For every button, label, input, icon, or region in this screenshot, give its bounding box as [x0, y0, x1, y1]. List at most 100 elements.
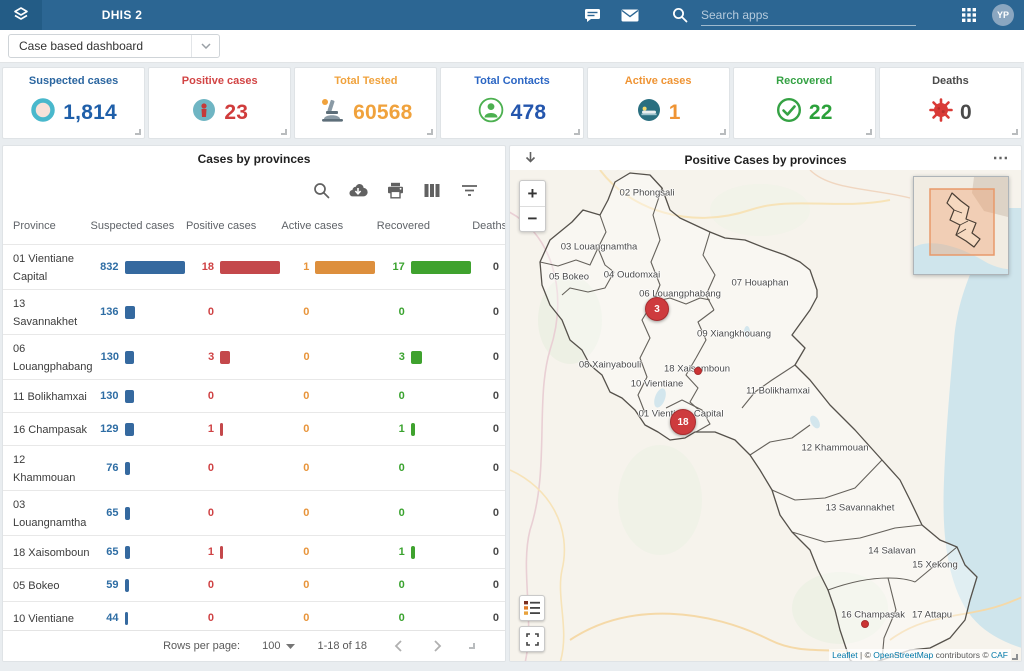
resize-handle[interactable]	[427, 129, 433, 135]
cell-value: 832	[91, 261, 119, 273]
case-cluster-marker[interactable]: 18	[670, 409, 696, 435]
stat-card-label: Positive cases	[182, 75, 258, 87]
data-bar	[125, 306, 135, 319]
cell-value: 0	[472, 351, 505, 363]
resize-handle[interactable]	[281, 129, 287, 135]
osm-link[interactable]: OpenStreetMap	[873, 650, 933, 660]
messages-icon[interactable]	[579, 2, 605, 28]
stat-card-value: 1	[669, 101, 681, 125]
table-row[interactable]: 13 Savannakhet1360000	[3, 289, 505, 334]
cell-value: 0	[281, 306, 309, 318]
apps-grid-icon[interactable]	[956, 2, 982, 28]
download-icon[interactable]	[348, 180, 368, 200]
stat-card-value: 23	[224, 101, 248, 125]
zoom-in-button[interactable]: +	[520, 181, 545, 206]
leaflet-map[interactable]: 02 Phongsali03 Louangnamtha05 Bokeo04 Ou…	[510, 170, 1021, 662]
cell-value: 18	[186, 261, 214, 273]
fullscreen-button[interactable]	[519, 626, 545, 652]
column-header-deaths[interactable]: Deaths	[472, 220, 505, 232]
data-bar	[315, 261, 375, 274]
print-icon[interactable]	[385, 180, 405, 200]
table-row[interactable]: 03 Louangnamtha650000	[3, 490, 505, 535]
case-point-marker[interactable]	[861, 620, 869, 628]
dashboard-select-value: Case based dashboard	[9, 39, 143, 53]
filter-icon[interactable]	[459, 180, 479, 200]
cell-value: 0	[377, 507, 405, 519]
cell-value: 0	[472, 507, 505, 519]
province-name: 18 Xaisomboun	[13, 547, 89, 559]
app-title: DHIS 2	[42, 8, 202, 22]
stat-card-value: 22	[809, 101, 833, 125]
cell-value: 1	[377, 423, 405, 435]
case-point-marker[interactable]	[694, 367, 702, 375]
table-row[interactable]: 01 Vientiane Capital832181170	[3, 244, 505, 289]
zoom-out-button[interactable]: −	[520, 206, 545, 231]
data-bar	[125, 423, 134, 436]
resize-handle[interactable]	[469, 643, 475, 649]
user-avatar[interactable]: YP	[992, 4, 1014, 26]
resize-handle[interactable]	[135, 129, 141, 135]
data-bar	[125, 390, 134, 403]
data-bar	[125, 507, 130, 520]
province-name: 05 Bokeo	[13, 580, 59, 592]
virus-icon	[929, 98, 953, 127]
dhis2-logo[interactable]	[0, 0, 42, 30]
stat-card-label: Recovered	[776, 75, 832, 87]
data-bar	[125, 261, 185, 274]
stat-card-total-contacts: Total Contacts478	[440, 67, 583, 139]
mail-icon[interactable]	[617, 2, 643, 28]
resize-handle[interactable]	[574, 129, 580, 135]
province-name: 13 Savannakhet	[13, 298, 77, 328]
column-header-recovered[interactable]: Recovered	[377, 220, 472, 232]
data-bar	[220, 261, 280, 274]
table-row[interactable]: 05 Bokeo590000	[3, 568, 505, 601]
cell-value: 136	[91, 306, 119, 318]
legend-button[interactable]	[519, 595, 545, 621]
table-row[interactable]: 18 Xaisomboun651010	[3, 535, 505, 568]
cell-value: 130	[91, 351, 119, 363]
leaflet-link[interactable]: Leaflet	[832, 650, 858, 660]
cell-value: 44	[91, 612, 119, 624]
resize-handle[interactable]	[866, 129, 872, 135]
column-header-active-cases[interactable]: Active cases	[281, 220, 376, 232]
check-icon	[776, 97, 802, 128]
resize-handle[interactable]	[1012, 129, 1018, 135]
resize-handle[interactable]	[1012, 654, 1018, 660]
search-input[interactable]	[701, 8, 916, 22]
caf-link[interactable]: CAF	[991, 650, 1008, 660]
table-header-row: ProvinceSuspected casesPositive casesAct…	[3, 210, 505, 244]
next-page-button[interactable]	[429, 637, 447, 655]
data-bar	[220, 351, 230, 364]
column-header-positive-cases[interactable]: Positive cases	[186, 220, 281, 232]
stat-card-value: 60568	[353, 101, 412, 125]
table-row[interactable]: 06 Louangphabang1303030	[3, 334, 505, 379]
dashboard-select[interactable]: Case based dashboard	[8, 34, 220, 58]
more-options-icon[interactable]: ⋯	[991, 148, 1011, 168]
pagination-range: 1-18 of 18	[317, 640, 367, 652]
table-row[interactable]: 12 Khammouan760000	[3, 445, 505, 490]
table-row[interactable]: 16 Champasak1291010	[3, 412, 505, 445]
case-cluster-marker[interactable]: 3	[645, 297, 669, 321]
stat-card-label: Total Tested	[334, 75, 397, 87]
rows-per-page-select[interactable]: 100	[262, 640, 295, 652]
cell-value: 0	[281, 579, 309, 591]
cell-value: 0	[472, 390, 505, 402]
ring-icon	[30, 97, 56, 128]
column-header-province[interactable]: Province	[3, 220, 91, 232]
cell-value: 0	[472, 306, 505, 318]
minimap[interactable]	[913, 176, 1009, 275]
cell-value: 3	[186, 351, 214, 363]
data-bar	[411, 546, 415, 559]
columns-icon[interactable]	[422, 180, 442, 200]
table-row[interactable]: 11 Bolikhamxai1300000	[3, 379, 505, 412]
search-icon[interactable]	[311, 180, 331, 200]
province-name: 06 Louangphabang	[13, 343, 93, 373]
stat-card-label: Suspected cases	[29, 75, 118, 87]
data-bar	[411, 351, 422, 364]
column-header-suspected-cases[interactable]: Suspected cases	[91, 220, 186, 232]
zoom-control: + −	[519, 180, 546, 232]
resize-handle[interactable]	[720, 129, 726, 135]
search-icon[interactable]	[667, 2, 693, 28]
previous-page-button[interactable]	[389, 637, 407, 655]
download-map-icon[interactable]	[520, 148, 540, 168]
